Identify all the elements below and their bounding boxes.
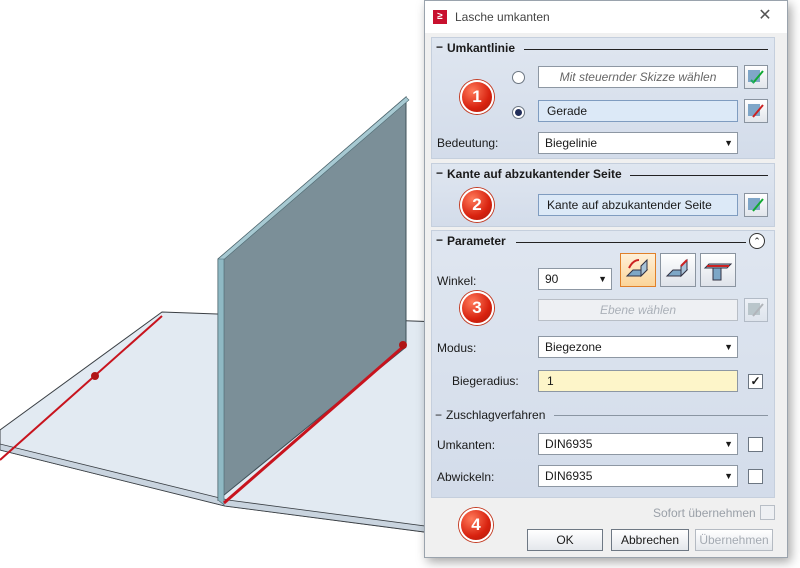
umkanten-checkbox[interactable] [748,437,763,452]
bent-flange-side [217,258,225,506]
step-badge-2: 2 [460,188,494,222]
dialog-lasche-umkanten: ≥ Lasche umkanten ✕ − Umkantlinie 1 Mit … [424,0,788,558]
bedeutung-label: Bedeutung: [437,136,499,150]
title-bar[interactable]: ≥ Lasche umkanten ✕ [425,1,787,33]
chevron-down-icon: ▼ [598,274,607,284]
close-icon[interactable]: ✕ [755,6,775,26]
collapse-dash[interactable]: − [436,233,443,247]
kante-field[interactable]: Kante auf abzukantender Seite [538,194,738,216]
section-title: Umkantlinie [447,41,516,55]
pick-sketch-icon[interactable] [744,65,768,89]
divider [524,49,768,50]
abwickeln-checkbox[interactable] [748,469,763,484]
sofort-checkbox [760,505,775,520]
bedeutung-select[interactable]: Biegelinie ▼ [538,132,738,154]
collapse-dash[interactable]: − [436,166,443,180]
ebene-field: Ebene wählen [538,299,738,321]
ok-button[interactable]: OK [527,529,603,551]
winkel-select[interactable]: 90 ▼ [538,268,612,290]
abbrechen-button[interactable]: Abbrechen [611,529,689,551]
bend-mode-middle-button[interactable] [700,253,736,287]
bend-inner-icon [625,258,649,278]
pick-line-icon[interactable] [744,99,768,123]
divider [516,242,746,243]
umkanten-value: DIN6935 [545,437,593,451]
abwickeln-select[interactable]: DIN6935 ▼ [538,465,738,487]
bend-outer-icon [665,258,689,278]
chevron-down-icon: ▼ [724,471,733,481]
gerade-field[interactable]: Gerade [538,100,738,122]
section-parameter: − Parameter ⌃ Winkel: 90 ▼ 3 Ebene wähle… [431,230,775,498]
sketch-select-field[interactable]: Mit steuernder Skizze wählen [538,66,738,88]
radio-sketch[interactable] [512,71,525,84]
bend-middle-icon [703,263,733,281]
divider [630,175,768,176]
modus-value: Biegezone [545,340,602,354]
step-badge-4: 4 [459,508,493,542]
pick-edge-icon[interactable] [744,193,768,217]
bend-mode-inner-button[interactable] [620,253,656,287]
bedeutung-value: Biegelinie [545,136,598,150]
sofort-label: Sofort übernehmen [653,506,756,520]
zuschlag-title: Zuschlagverfahren [446,408,546,422]
section-umkantlinie: − Umkantlinie 1 Mit steuernder Skizze wä… [431,37,775,159]
section-title: Parameter [447,234,506,248]
biegeradius-checkbox[interactable]: ✓ [748,374,763,389]
section-header: − Umkantlinie [432,38,774,58]
umkanten-select[interactable]: DIN6935 ▼ [538,433,738,455]
biegeradius-label: Biegeradius: [452,374,519,388]
collapse-up-icon[interactable]: ⌃ [749,233,765,249]
pick-plane-icon [744,298,768,322]
winkel-value: 90 [545,272,559,286]
bend-mode-outer-button[interactable] [660,253,696,287]
chevron-down-icon: ▼ [724,342,733,352]
section-kante: − Kante auf abzukantender Seite 2 Kante … [431,163,775,227]
collapse-dash[interactable]: − [436,40,443,54]
zuschlag-dash: − [435,408,443,422]
radio-gerade[interactable] [512,106,525,119]
sketch-point[interactable] [91,372,99,380]
section-header: − Kante auf abzukantender Seite [432,164,774,184]
biegeradius-input[interactable]: 1 [538,370,738,392]
abwickeln-value: DIN6935 [545,469,593,483]
dialog-title: Lasche umkanten [455,10,550,24]
winkel-label: Winkel: [437,274,477,288]
uebernehmen-button: Übernehmen [695,529,773,551]
modus-select[interactable]: Biegezone ▼ [538,336,738,358]
section-title: Kante auf abzukantender Seite [447,167,622,181]
abwickeln-label: Abwickeln: [437,470,495,484]
umkanten-label: Umkanten: [437,438,496,452]
step-badge-1: 1 [460,80,494,114]
step-badge-3: 3 [460,291,494,325]
zuschlag-divider [554,415,768,416]
app-icon: ≥ [433,10,447,24]
fold-end-point[interactable] [399,341,407,349]
section-header: − Parameter ⌃ [432,231,774,251]
chevron-down-icon: ▼ [724,138,733,148]
modus-label: Modus: [437,341,477,355]
chevron-down-icon: ▼ [724,439,733,449]
